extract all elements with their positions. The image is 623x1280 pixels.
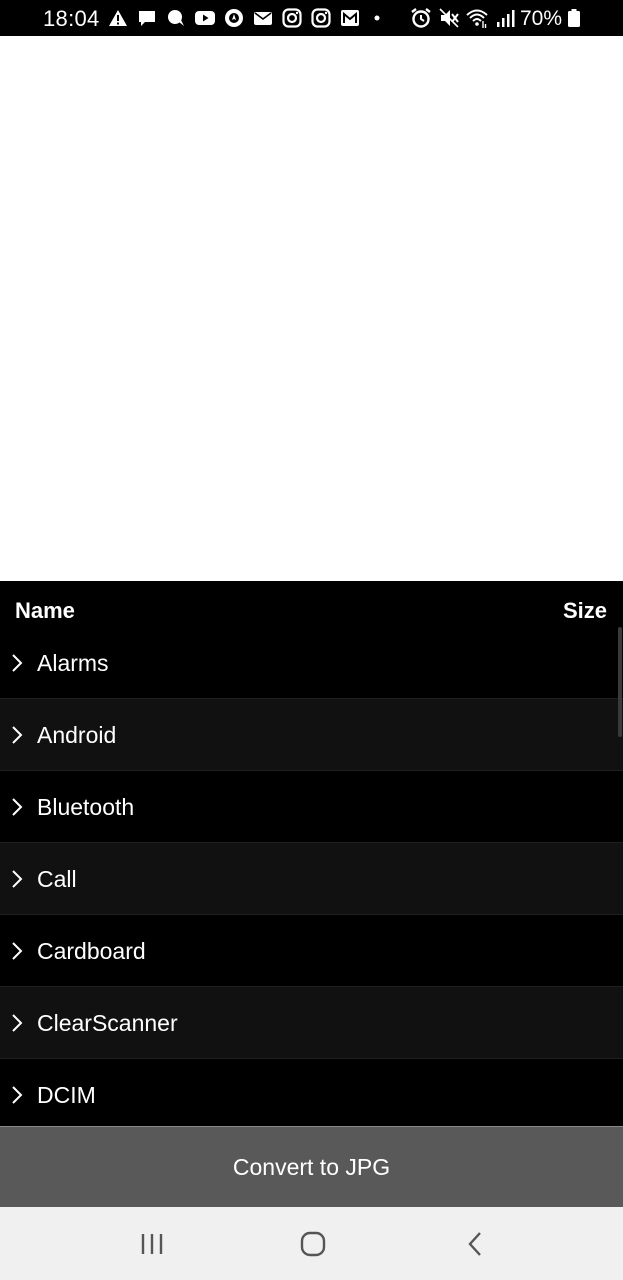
home-icon[interactable] xyxy=(298,1229,328,1259)
status-bar: 18:04 70% xyxy=(0,0,623,36)
folder-name: Call xyxy=(37,866,77,892)
chevron-right-icon xyxy=(11,725,23,745)
folder-name: DCIM xyxy=(37,1082,96,1108)
size-column-header[interactable]: Size xyxy=(563,598,607,624)
folder-row[interactable]: Bluetooth xyxy=(0,771,623,843)
chat-bubble-icon xyxy=(166,8,186,28)
folder-name: Cardboard xyxy=(37,938,146,964)
recent-apps-icon[interactable] xyxy=(137,1229,167,1259)
chevron-right-icon xyxy=(11,1085,23,1105)
folder-row[interactable]: Call xyxy=(0,843,623,915)
chevron-right-icon xyxy=(11,797,23,817)
alarm-icon xyxy=(410,7,432,29)
image-preview-area xyxy=(0,36,623,581)
folder-row[interactable]: DCIM xyxy=(0,1059,623,1126)
folder-row[interactable]: ClearScanner xyxy=(0,987,623,1059)
instagram-icon xyxy=(311,8,331,28)
wifi-icon xyxy=(466,7,488,29)
chevron-right-icon xyxy=(11,1013,23,1033)
chevron-right-icon xyxy=(11,941,23,961)
status-time: 18:04 xyxy=(43,6,100,31)
folder-name: Bluetooth xyxy=(37,794,135,820)
chevron-right-icon xyxy=(11,653,23,673)
gmail-icon xyxy=(340,8,360,28)
gps-icon xyxy=(224,8,244,28)
dot-icon xyxy=(370,8,390,28)
back-icon[interactable] xyxy=(461,1229,491,1259)
battery-icon xyxy=(568,9,580,27)
name-column-header[interactable]: Name xyxy=(15,598,75,624)
list-scrollbar[interactable] xyxy=(618,627,622,737)
message-icon xyxy=(137,8,157,28)
battery-percent: 70% xyxy=(520,7,563,30)
folder-name: Android xyxy=(37,722,117,748)
folder-list: Alarms Android Bluetooth Call Cardboard … xyxy=(0,627,623,1126)
system-nav-bar xyxy=(0,1207,623,1280)
email-icon xyxy=(253,8,273,28)
file-browser: Name Size Alarms Android Bluetooth Call … xyxy=(0,581,623,1126)
warning-icon xyxy=(108,8,128,28)
folder-name: Alarms xyxy=(37,650,109,676)
chevron-right-icon xyxy=(11,869,23,889)
folder-row[interactable]: Cardboard xyxy=(0,915,623,987)
convert-to-jpg-button[interactable]: Convert to JPG xyxy=(0,1126,623,1207)
folder-name: ClearScanner xyxy=(37,1010,178,1036)
signal-icon xyxy=(494,7,516,29)
folder-row[interactable]: Android xyxy=(0,699,623,771)
mute-icon xyxy=(438,7,460,29)
instagram-icon xyxy=(282,8,302,28)
folder-row[interactable]: Alarms xyxy=(0,627,623,699)
youtube-icon xyxy=(195,8,215,28)
